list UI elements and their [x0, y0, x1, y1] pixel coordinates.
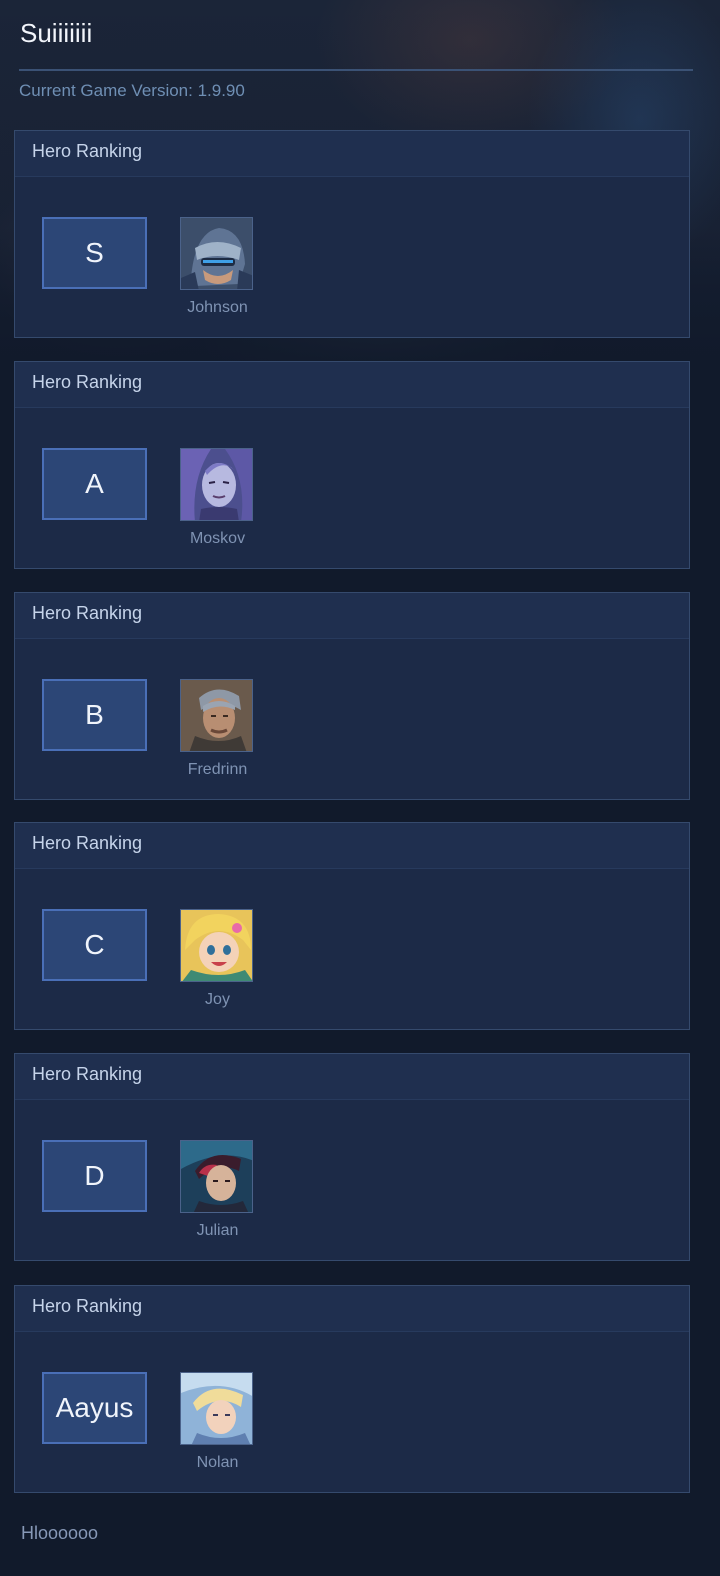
- hero-name: Johnson: [187, 299, 248, 316]
- hero-name: Julian: [196, 1222, 239, 1239]
- page-title: Suiiiiiii: [20, 18, 93, 48]
- footer-text: Hloooooo: [21, 1523, 99, 1543]
- hero-card[interactable]: Julian: [180, 1140, 255, 1240]
- hero-ranking-panel-d: Hero Ranking D Julian: [14, 1053, 690, 1261]
- tier-label-box: Aayus: [42, 1372, 147, 1444]
- panel-header: Hero Ranking: [15, 131, 689, 177]
- hero-ranking-panel-s: Hero Ranking S Johnson: [14, 130, 690, 338]
- joy-portrait-icon[interactable]: [180, 909, 253, 982]
- fredrinn-portrait-icon[interactable]: [180, 679, 253, 752]
- hero-name: Fredrinn: [187, 761, 248, 778]
- tier-label-box: A: [42, 448, 147, 520]
- panel-header: Hero Ranking: [15, 1286, 689, 1332]
- hero-card[interactable]: Nolan: [180, 1372, 255, 1472]
- tier-label-box: C: [42, 909, 147, 981]
- hero-ranking-panel-aayus: Hero Ranking Aayus Nolan: [14, 1285, 690, 1493]
- hero-ranking-panel-c: Hero Ranking C Joy: [14, 822, 690, 1030]
- tier-label-box: D: [42, 1140, 147, 1212]
- nolan-portrait-icon[interactable]: [180, 1372, 253, 1445]
- panel-header: Hero Ranking: [15, 362, 689, 408]
- hero-card[interactable]: Fredrinn: [180, 679, 255, 779]
- hero-card[interactable]: Moskov: [180, 448, 255, 548]
- julian-portrait-icon[interactable]: [180, 1140, 253, 1213]
- johnson-portrait-icon[interactable]: [180, 217, 253, 290]
- game-version-text: Current Game Version: 1.9.90: [19, 81, 245, 100]
- moskov-portrait-icon[interactable]: [180, 448, 253, 521]
- title-divider: [19, 69, 693, 71]
- hero-name: Nolan: [196, 1454, 239, 1471]
- panel-header: Hero Ranking: [15, 593, 689, 639]
- panel-header: Hero Ranking: [15, 823, 689, 869]
- panel-header: Hero Ranking: [15, 1054, 689, 1100]
- hero-ranking-panel-b: Hero Ranking B Fredrinn: [14, 592, 690, 800]
- hero-name: Joy: [205, 991, 230, 1008]
- tier-label-box: B: [42, 679, 147, 751]
- hero-card[interactable]: Johnson: [180, 217, 255, 317]
- tier-label-box: S: [42, 217, 147, 289]
- hero-card[interactable]: Joy: [180, 909, 255, 1009]
- hero-name: Moskov: [189, 530, 246, 547]
- hero-ranking-panel-a: Hero Ranking A Moskov: [14, 361, 690, 569]
